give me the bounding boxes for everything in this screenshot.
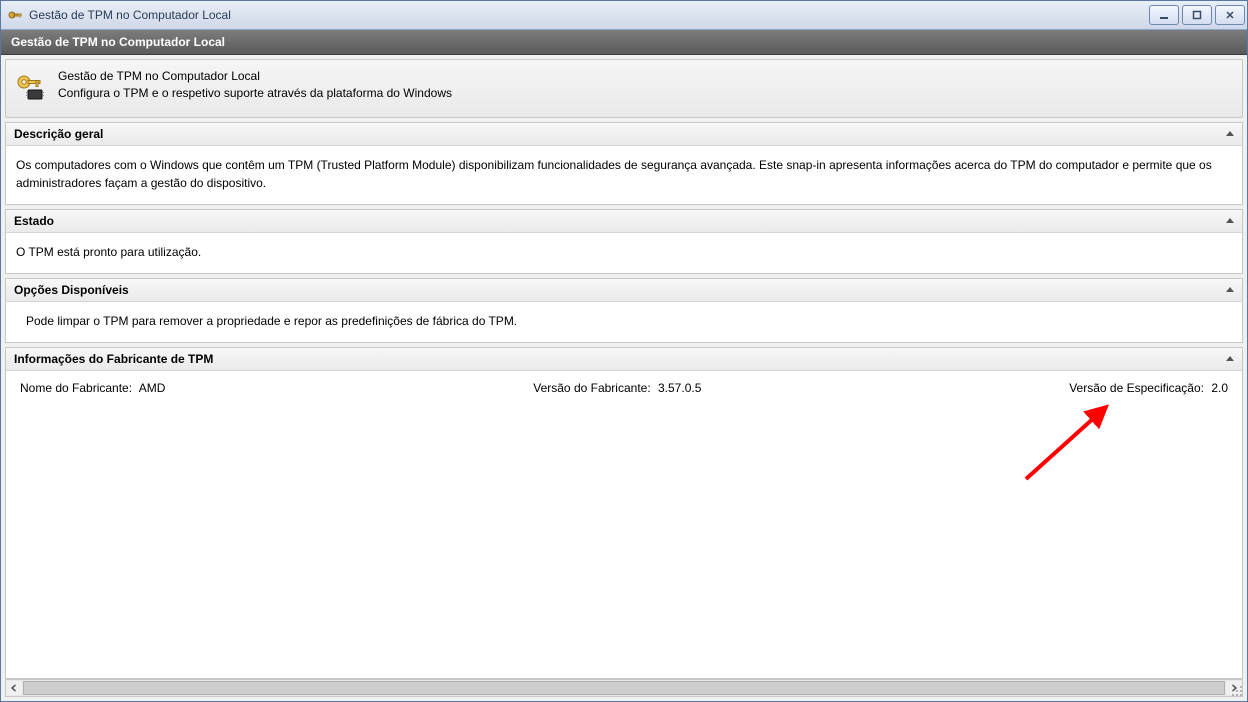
status-body: O TPM está pronto para utilização. [6,233,1242,273]
tpm-key-icon [7,7,23,23]
manufacturer-title: Informações do Fabricante de TPM [14,352,213,366]
tpm-chip-key-icon [14,70,46,102]
content-area: Gestão de TPM no Computador Local Config… [1,55,1247,701]
status-title: Estado [14,214,54,228]
tpm-management-window: Gestão de TPM no Computador Local Gestão… [0,0,1248,702]
collapse-icon [1226,356,1234,361]
overview-panel: Descrição geral Os computadores com o Wi… [5,122,1243,205]
options-header[interactable]: Opções Disponíveis [6,279,1242,302]
resize-grip-icon[interactable] [1230,684,1244,698]
manufacturer-header[interactable]: Informações do Fabricante de TPM [6,348,1242,371]
window-buttons [1149,5,1245,25]
options-body: Pode limpar o TPM para remover a proprie… [6,302,1242,342]
manufacturer-name-value: AMD [139,381,166,395]
status-header[interactable]: Estado [6,210,1242,233]
overview-header[interactable]: Descrição geral [6,123,1242,146]
overview-body: Os computadores com o Windows que contêm… [6,146,1242,204]
spec-version-value: 2.0 [1211,381,1228,395]
horizontal-scrollbar[interactable] [5,679,1243,697]
collapse-icon [1226,218,1234,223]
options-title: Opções Disponíveis [14,283,129,297]
intro-subtitle: Configura o TPM e o respetivo suporte at… [58,85,452,102]
status-panel: Estado O TPM está pronto para utilização… [5,209,1243,274]
options-panel: Opções Disponíveis Pode limpar o TPM par… [5,278,1243,343]
scroll-left-button[interactable] [6,681,22,695]
collapse-icon [1226,131,1234,136]
manufacturer-name: Nome do Fabricante: AMD [20,381,165,395]
intro-title: Gestão de TPM no Computador Local [58,68,452,85]
manufacturer-body: Nome do Fabricante: AMD Versão do Fabric… [6,371,1242,407]
overview-title: Descrição geral [14,127,103,141]
manufacturer-version-value: 3.57.0.5 [658,381,701,395]
intro-panel: Gestão de TPM no Computador Local Config… [5,59,1243,118]
annotation-arrow-icon [1006,399,1126,489]
manufacturer-panel: Informações do Fabricante de TPM Nome do… [5,347,1243,408]
spec-version: Versão de Especificação: 2.0 [1069,381,1228,395]
manufacturer-name-label: Nome do Fabricante: [20,381,132,395]
manufacturer-version: Versão do Fabricante: 3.57.0.5 [533,381,701,395]
manufacturer-version-label: Versão do Fabricante: [533,381,650,395]
sub-header: Gestão de TPM no Computador Local [1,30,1247,55]
maximize-button[interactable] [1182,5,1212,25]
empty-area [5,404,1243,679]
close-button[interactable] [1215,5,1245,25]
collapse-icon [1226,287,1234,292]
scroll-thumb[interactable] [23,681,1225,695]
minimize-button[interactable] [1149,5,1179,25]
spec-version-label: Versão de Especificação: [1069,381,1204,395]
window-title: Gestão de TPM no Computador Local [29,8,1149,22]
sub-header-title: Gestão de TPM no Computador Local [11,35,225,49]
titlebar[interactable]: Gestão de TPM no Computador Local [1,1,1247,30]
